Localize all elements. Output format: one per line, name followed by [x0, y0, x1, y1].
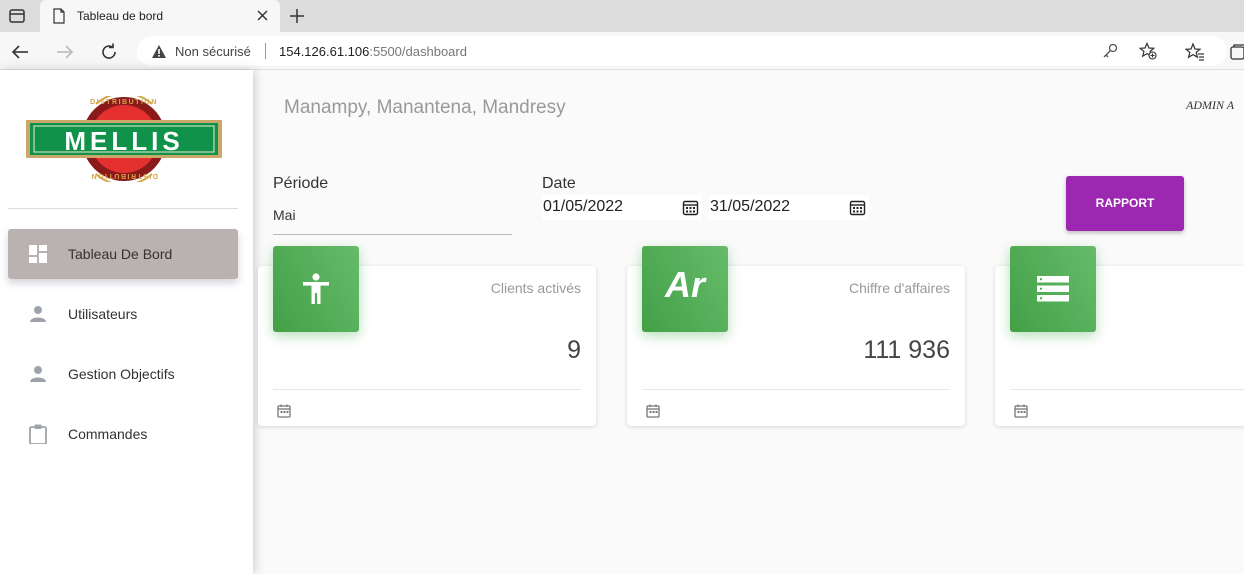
list-icon: [1037, 276, 1069, 302]
date-label: Date: [542, 175, 576, 192]
page-title: Manampy, Manantena, Mandresy: [284, 97, 566, 118]
card-icon-badge: [273, 246, 359, 332]
url-text[interactable]: 154.126.61.106:5500/dashboard: [279, 44, 467, 59]
key-icon[interactable]: [1101, 42, 1119, 60]
refresh-icon[interactable]: [99, 42, 119, 62]
dashboard-icon: [29, 245, 47, 263]
date-to-input[interactable]: 31/05/2022: [709, 195, 869, 220]
periode-label: Période: [273, 175, 329, 192]
logo-text: MELLIS: [64, 126, 184, 156]
stat-card-clients: Clients activés 9: [258, 246, 596, 426]
favorites-icon[interactable]: [1185, 42, 1205, 62]
sidebar-item-commandes[interactable]: Commandes: [8, 409, 238, 459]
warning-icon[interactable]: [151, 44, 167, 59]
new-tab-icon[interactable]: [288, 7, 306, 25]
calendar-icon: [277, 404, 291, 418]
address-bar[interactable]: Non sécurisé 154.126.61.106:5500/dashboa…: [137, 36, 1227, 66]
sidebar-item-label: Utilisateurs: [68, 306, 138, 322]
browser-toolbar: Non sécurisé 154.126.61.106:5500/dashboa…: [0, 32, 1244, 70]
card-icon-badge: Ar: [642, 246, 728, 332]
calendar-icon[interactable]: [849, 199, 866, 216]
sidebar: MELLIS DISTRIBUTION DISTRIBUTION Tableau…: [0, 70, 253, 574]
card-title: Chiffre d'affaires: [849, 280, 950, 296]
date-to-value: 31/05/2022: [710, 198, 791, 215]
close-icon[interactable]: [256, 9, 269, 22]
rapport-button[interactable]: RAPPORT: [1066, 176, 1184, 231]
ariary-icon: Ar: [664, 264, 705, 305]
user-menu[interactable]: ADMIN A: [1186, 98, 1234, 113]
sidebar-item-utilisateurs[interactable]: Utilisateurs: [8, 289, 238, 339]
card-divider: [1010, 389, 1244, 390]
sidebar-item-label: Tableau De Bord: [68, 246, 173, 262]
card-divider: [273, 389, 581, 390]
forward-arrow-icon[interactable]: [55, 42, 75, 62]
calendar-icon: [646, 404, 660, 418]
accessibility-icon: [303, 273, 329, 304]
card-value: 9: [567, 336, 581, 364]
add-favorite-icon[interactable]: [1139, 42, 1157, 60]
clipboard-icon: [29, 424, 47, 444]
calendar-icon: [1014, 404, 1028, 418]
browser-tab[interactable]: Tableau de bord: [40, 0, 280, 32]
periode-select[interactable]: Mai: [273, 207, 296, 223]
url-path: :5500/dashboard: [369, 44, 467, 59]
date-from-value: 01/05/2022: [543, 198, 624, 215]
url-host: 154.126.61.106: [279, 44, 370, 59]
card-divider: [642, 389, 950, 390]
calendar-icon[interactable]: [682, 199, 699, 216]
person-icon: [30, 366, 46, 382]
security-status[interactable]: Non sécurisé: [175, 44, 251, 59]
address-separator: [265, 43, 266, 59]
page-icon: [53, 8, 65, 24]
card-value: 111 936: [863, 336, 950, 364]
tab-actions-icon[interactable]: [8, 7, 26, 25]
sidebar-item-gestion-objectifs[interactable]: Gestion Objectifs: [8, 349, 238, 399]
person-icon: [30, 306, 46, 322]
sidebar-item-label: Commandes: [68, 426, 148, 442]
logo-ring-text: DISTRIBUTION: [90, 99, 158, 106]
sidebar-item-label: Gestion Objectifs: [68, 366, 175, 382]
collections-icon[interactable]: [1228, 42, 1244, 62]
logo-divider: [8, 208, 238, 209]
card-icon-badge: [1010, 246, 1096, 332]
back-arrow-icon[interactable]: [10, 42, 30, 62]
stat-card-chiffre-affaires: Ar Chiffre d'affaires 111 936: [627, 246, 965, 426]
periode-underline: [273, 234, 512, 235]
card-title: Clients activés: [490, 280, 581, 296]
sidebar-item-tableau-de-bord[interactable]: Tableau De Bord: [8, 229, 238, 279]
stat-card-third: [995, 246, 1244, 426]
tab-title: Tableau de bord: [77, 9, 164, 23]
browser-tab-bar: Tableau de bord: [0, 0, 1244, 32]
date-from-input[interactable]: 01/05/2022: [542, 195, 702, 220]
logo-ring-text-bottom: DISTRIBUTION: [90, 172, 158, 179]
